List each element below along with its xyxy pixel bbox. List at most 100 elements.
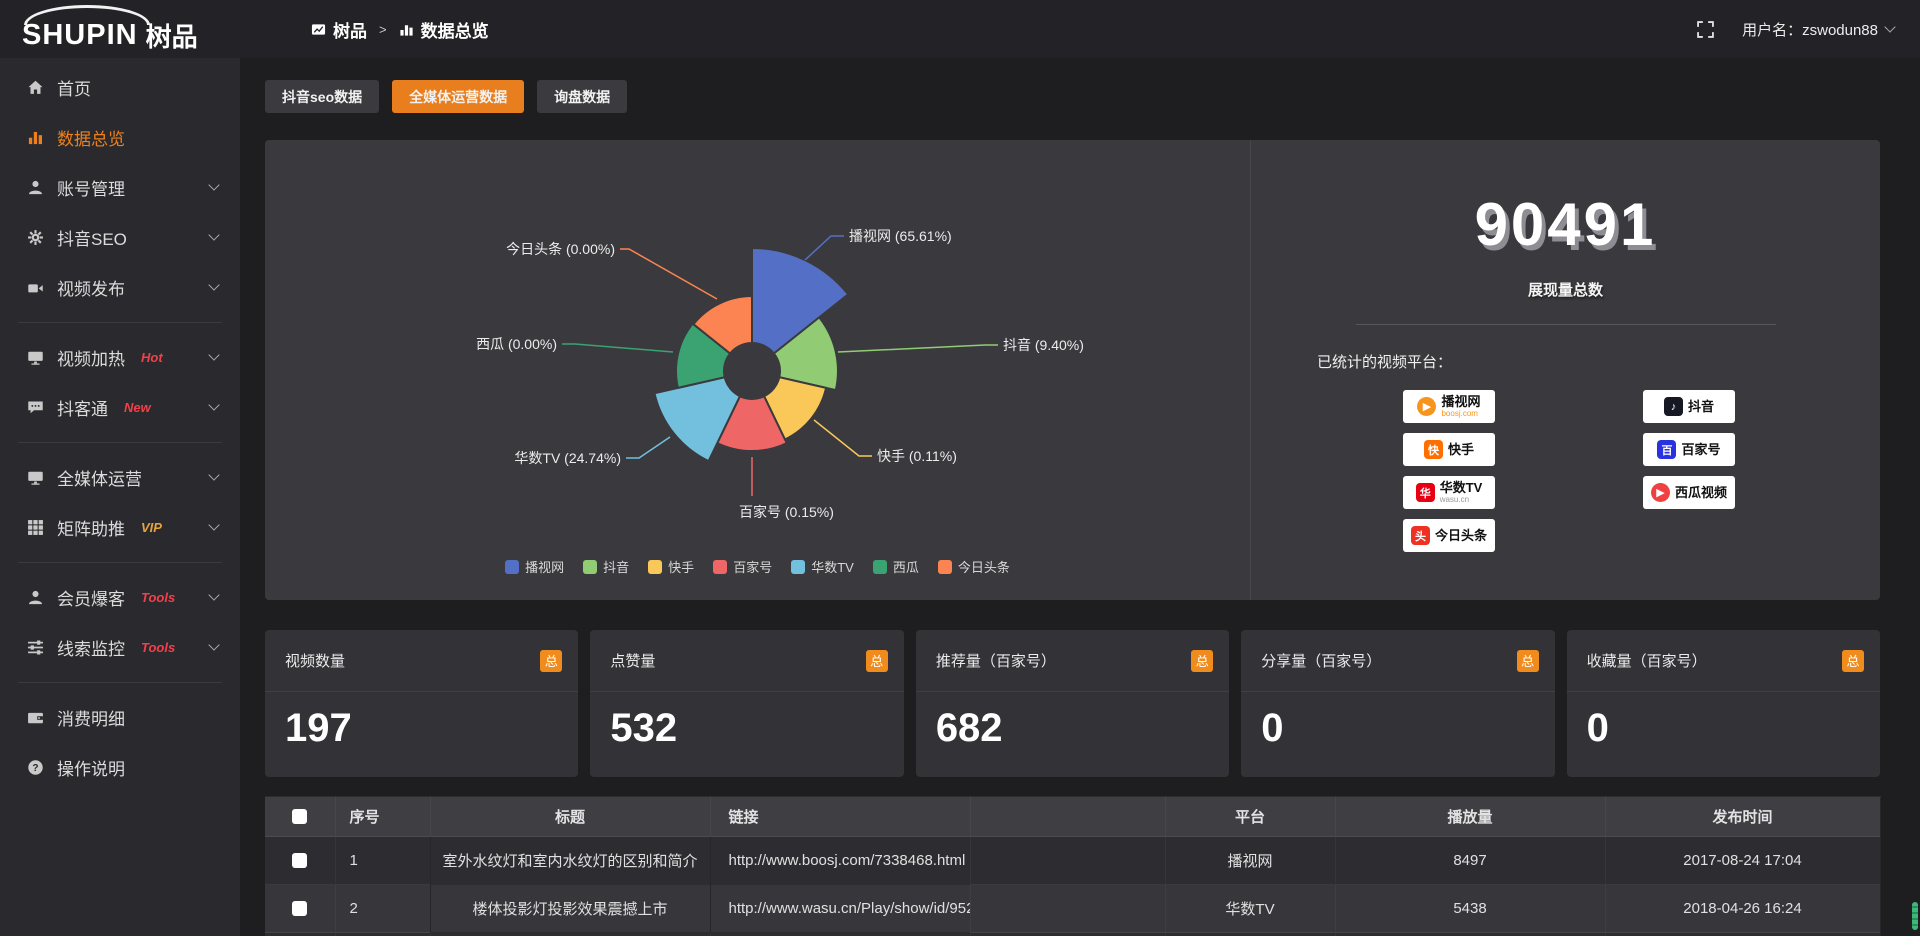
legend-swatch xyxy=(713,560,727,574)
legend-label: 抖音 xyxy=(603,557,629,576)
sidebar-item-矩阵助推[interactable]: 矩阵助推VIP xyxy=(0,502,240,552)
sidebar-item-视频加热[interactable]: 视频加热Hot xyxy=(0,332,240,382)
page-scroll-indicator[interactable] xyxy=(1912,902,1918,930)
cell-title-link[interactable]: 室外水纹灯和室内水纹灯的区别和简介 xyxy=(430,837,710,885)
chat-icon xyxy=(26,398,44,416)
legend-item-今日头条[interactable]: 今日头条 xyxy=(938,557,1010,576)
pie-label-抖音: 抖音 (9.40%) xyxy=(1003,337,1084,353)
stat-card-header: 收藏量（百家号）总 xyxy=(1567,630,1880,692)
stat-card-label: 分享量（百家号） xyxy=(1261,650,1381,671)
legend-item-快手[interactable]: 快手 xyxy=(648,557,694,576)
sidebar-item-全媒体运营[interactable]: 全媒体运营 xyxy=(0,452,240,502)
breadcrumb-current-label: 数据总览 xyxy=(421,17,489,42)
logo-arc-decoration xyxy=(24,5,150,25)
sidebar-item-label: 线索监控 xyxy=(57,635,125,660)
chevron-down-icon xyxy=(208,469,219,480)
user-menu[interactable]: 用户名：zswodun88 xyxy=(1742,19,1894,40)
table-row: 2楼体投影灯投影效果震撼上市http://www.wasu.cn/Play/sh… xyxy=(265,885,1880,933)
breadcrumb-separator: > xyxy=(379,22,387,37)
sidebar: 首页数据总览账号管理抖音SEO视频发布视频加热Hot抖客通New 全媒体运营矩阵助… xyxy=(0,58,240,936)
app-icon xyxy=(311,22,326,37)
sidebar-item-首页[interactable]: 首页 xyxy=(0,62,240,112)
fullscreen-icon[interactable] xyxy=(1697,21,1714,38)
tab-全媒体运营数据[interactable]: 全媒体运营数据 xyxy=(392,80,524,113)
pie-label-播视网: 播视网 (65.61%) xyxy=(849,228,952,244)
legend-item-百家号[interactable]: 百家号 xyxy=(713,557,772,576)
column-header-链接: 链接 xyxy=(710,797,970,837)
platform-badge-西瓜视频: ▶西瓜视频 xyxy=(1643,476,1735,509)
chevron-down-icon xyxy=(208,229,219,240)
user-icon xyxy=(26,178,44,196)
legend-item-抖音[interactable]: 抖音 xyxy=(583,557,629,576)
total-badge: 总 xyxy=(1191,650,1213,672)
chevron-down-icon xyxy=(208,349,219,360)
total-badge: 总 xyxy=(540,650,562,672)
breadcrumb-root-label: 树品 xyxy=(333,17,367,42)
sidebar-item-数据总览[interactable]: 数据总览 xyxy=(0,112,240,162)
tab-询盘数据[interactable]: 询盘数据 xyxy=(537,80,627,113)
sidebar-divider xyxy=(18,322,222,323)
cell-title-link[interactable]: 楼体投影灯投影效果震撼上市 xyxy=(430,885,710,933)
column-header-平台: 平台 xyxy=(1165,797,1335,837)
sidebar-divider xyxy=(18,682,222,683)
sidebar-divider xyxy=(18,442,222,443)
pie-label-line-今日头条 xyxy=(620,249,717,299)
table-header-row: 序号标题链接平台播放量发布时间 xyxy=(265,797,1880,837)
platforms-title: 已统计的视频平台： xyxy=(1317,351,1880,372)
legend-swatch xyxy=(648,560,662,574)
logo-text-en: SHUPIN xyxy=(22,21,138,58)
legend-item-西瓜[interactable]: 西瓜 xyxy=(873,557,919,576)
stat-card-label: 推荐量（百家号） xyxy=(936,650,1056,671)
bar-chart-icon xyxy=(399,22,414,37)
sidebar-item-label: 账号管理 xyxy=(57,175,125,200)
sidebar-divider xyxy=(18,562,222,563)
chevron-down-icon xyxy=(208,519,219,530)
row-select-cell xyxy=(265,837,335,885)
rose-chart-area: 播视网 (65.61%)抖音 (9.40%)快手 (0.11%)百家号 (0.1… xyxy=(265,140,1250,600)
pie-slice-华数TV[interactable] xyxy=(655,377,740,461)
topbar: SHUPIN 树品 树品 > 数据总览 用户名：zswodun88 xyxy=(0,0,1920,58)
cell-spacer xyxy=(970,885,1165,933)
stat-card-header: 点赞量总 xyxy=(590,630,903,692)
sidebar-item-账号管理[interactable]: 账号管理 xyxy=(0,162,240,212)
breadcrumb-root[interactable]: 树品 xyxy=(311,17,367,42)
sidebar-item-会员爆客[interactable]: 会员爆客Tools xyxy=(0,572,240,622)
stat-card-header: 视频数量总 xyxy=(265,630,578,692)
svg-text:?: ? xyxy=(32,762,38,773)
rose-pie-chart: 播视网 (65.61%)抖音 (9.40%)快手 (0.11%)百家号 (0.1… xyxy=(265,140,1250,600)
summary-panel: 90491 展现量总数 已统计的视频平台： ▶播视网boosj.com♪抖音快快… xyxy=(1250,140,1880,600)
tab-抖音seo数据[interactable]: 抖音seo数据 xyxy=(265,80,379,113)
cell-url-link[interactable]: http://www.boosj.com/7338468.html xyxy=(710,837,970,885)
data-tabs: 抖音seo数据全媒体运营数据询盘数据 xyxy=(265,80,1880,113)
stat-card-点赞量: 点赞量总532 xyxy=(590,630,903,777)
stat-card-value: 682 xyxy=(916,692,1229,765)
pie-label-line-播视网 xyxy=(805,236,844,260)
cell-time: 2017-08-24 17:04 xyxy=(1605,837,1880,885)
sidebar-item-线索监控[interactable]: 线索监控Tools xyxy=(0,622,240,672)
row-checkbox[interactable] xyxy=(292,901,307,916)
breadcrumb-current[interactable]: 数据总览 xyxy=(399,17,489,42)
legend-swatch xyxy=(791,560,805,574)
legend-swatch xyxy=(505,560,519,574)
sidebar-item-抖音SEO[interactable]: 抖音SEO xyxy=(0,212,240,262)
legend-label: 播视网 xyxy=(525,557,564,576)
sidebar-item-抖客通[interactable]: 抖客通New xyxy=(0,382,240,432)
stat-card-label: 点赞量 xyxy=(610,650,655,671)
gear-icon xyxy=(26,228,44,246)
legend-item-华数TV[interactable]: 华数TV xyxy=(791,557,854,576)
chevron-down-icon xyxy=(208,279,219,290)
sidebar-item-label: 会员爆客 xyxy=(57,585,125,610)
sidebar-item-消费明细[interactable]: 消费明细 xyxy=(0,692,240,742)
sidebar-item-操作说明[interactable]: ?操作说明 xyxy=(0,742,240,792)
row-checkbox[interactable] xyxy=(292,853,307,868)
table-row: 1室外水纹灯和室内水纹灯的区别和简介http://www.boosj.com/7… xyxy=(265,837,1880,885)
legend-swatch xyxy=(938,560,952,574)
select-all-checkbox[interactable] xyxy=(292,809,307,824)
cell-url-link[interactable]: http://www.wasu.cn/Play/show/id/952... xyxy=(710,885,970,933)
platform-subtext: wasu.cn xyxy=(1440,496,1483,504)
grid-icon xyxy=(26,518,44,536)
stat-card-收藏量（百家号）: 收藏量（百家号）总0 xyxy=(1567,630,1880,777)
华数TV-logo-icon: 华 xyxy=(1416,483,1435,502)
legend-item-播视网[interactable]: 播视网 xyxy=(505,557,564,576)
sidebar-item-视频发布[interactable]: 视频发布 xyxy=(0,262,240,312)
